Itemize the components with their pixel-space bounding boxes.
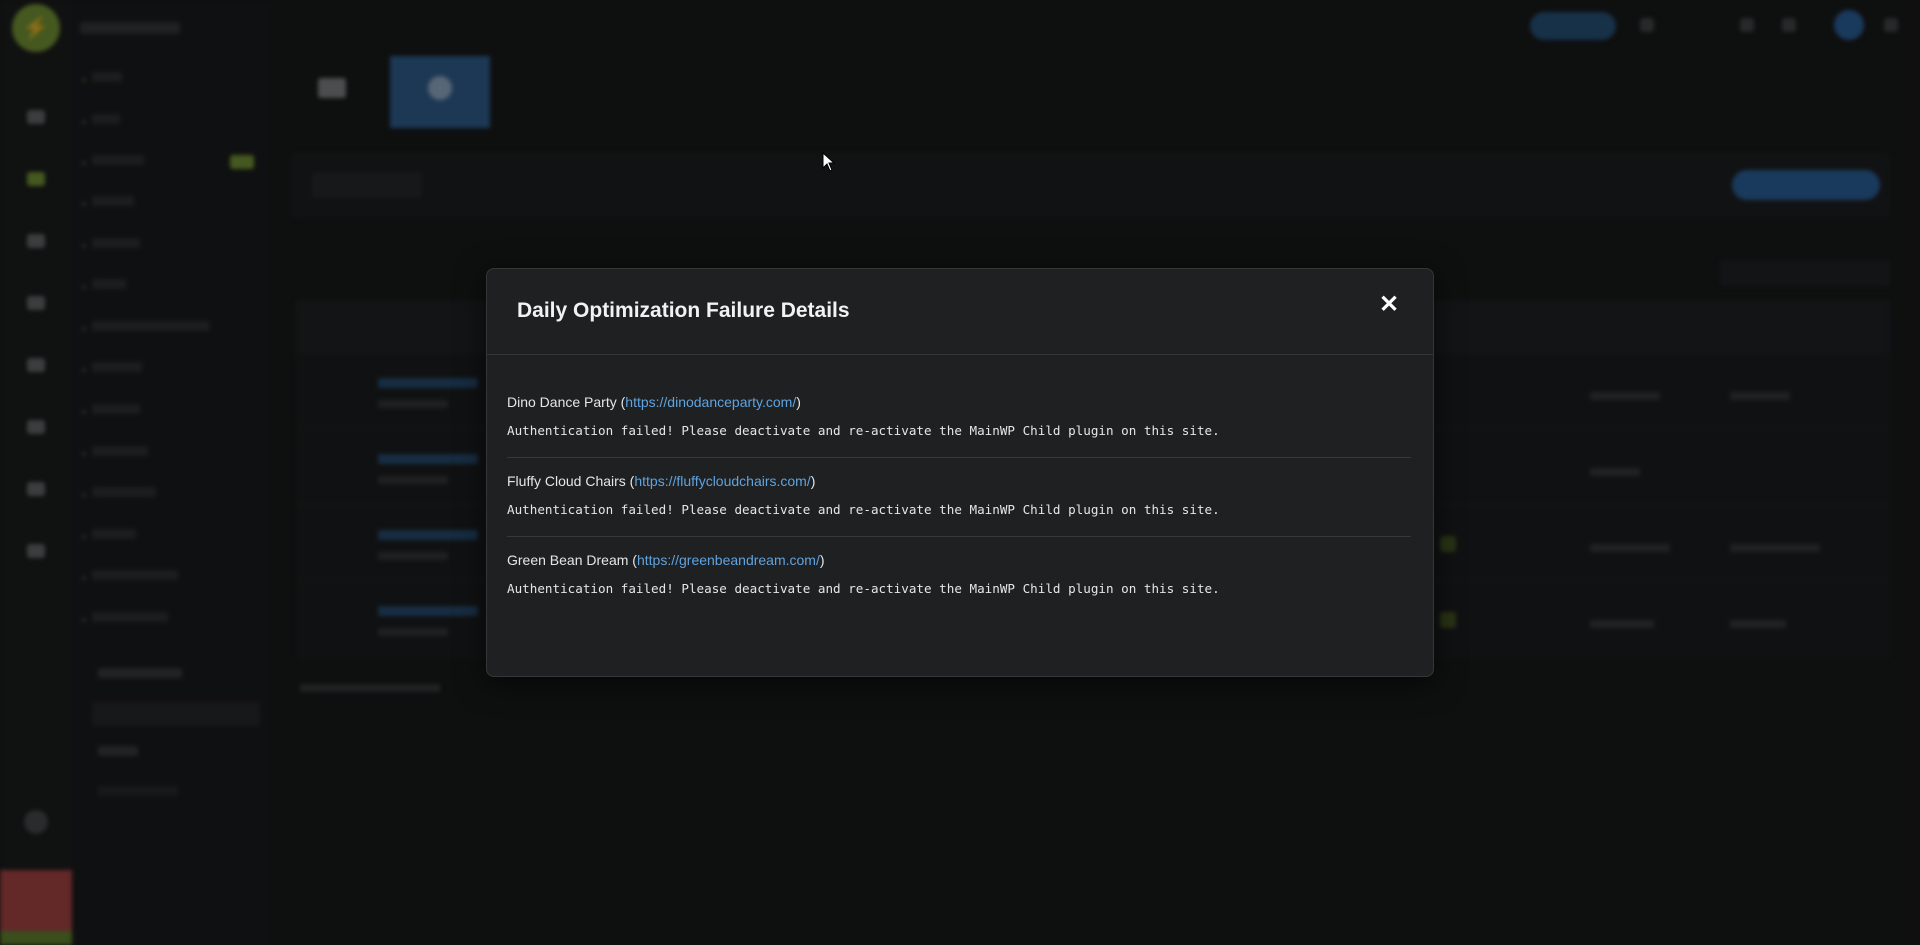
site-name: Dino Dance Party: [507, 394, 617, 410]
site-line: Fluffy Cloud Chairs (https://fluffycloud…: [507, 473, 816, 489]
site-url-link[interactable]: https://greenbeandream.com/: [637, 552, 820, 568]
modal-title: Daily Optimization Failure Details: [517, 299, 850, 322]
error-message: Authentication failed! Please deactivate…: [507, 423, 1220, 438]
error-message: Authentication failed! Please deactivate…: [507, 581, 1220, 596]
site-name: Fluffy Cloud Chairs: [507, 473, 626, 489]
site-name: Green Bean Dream: [507, 552, 629, 568]
modal-header: Daily Optimization Failure Details ✕: [487, 269, 1433, 355]
failure-details-modal: Daily Optimization Failure Details ✕ Din…: [486, 268, 1434, 677]
mouse-cursor-icon: [822, 152, 836, 172]
failure-item: Dino Dance Party (https://dinodanceparty…: [507, 375, 1411, 458]
modal-body: Dino Dance Party (https://dinodanceparty…: [487, 355, 1433, 615]
failure-item: Fluffy Cloud Chairs (https://fluffycloud…: [507, 458, 1411, 537]
failure-item: Green Bean Dream (https://greenbeandream…: [507, 537, 1411, 615]
error-message: Authentication failed! Please deactivate…: [507, 502, 1220, 517]
site-line: Green Bean Dream (https://greenbeandream…: [507, 552, 825, 568]
close-icon[interactable]: ✕: [1379, 293, 1399, 317]
site-url-link[interactable]: https://fluffycloudchairs.com/: [634, 473, 810, 489]
site-line: Dino Dance Party (https://dinodanceparty…: [507, 394, 801, 410]
site-url-link[interactable]: https://dinodanceparty.com/: [625, 394, 796, 410]
